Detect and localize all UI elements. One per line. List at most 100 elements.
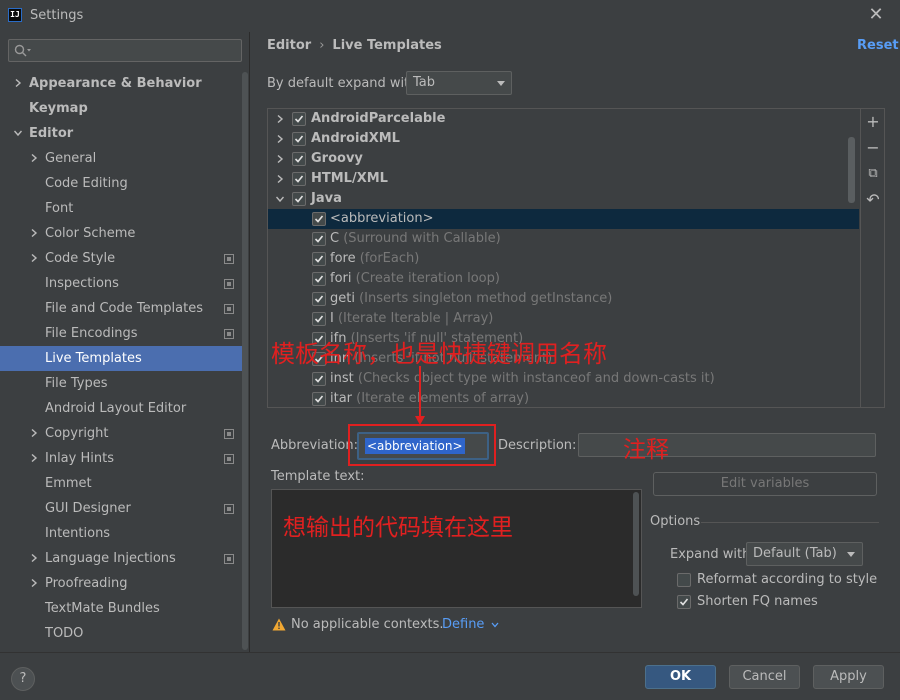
template-enabled-checkbox[interactable] [312, 272, 326, 286]
chevron-right-icon[interactable] [276, 175, 284, 183]
sidebar-item-label: TODO [45, 626, 84, 641]
settings-search-input[interactable] [8, 39, 242, 62]
project-scope-icon [224, 504, 234, 514]
template-tree-scrollbar[interactable] [848, 137, 855, 203]
chevron-right-icon[interactable] [30, 154, 38, 162]
sidebar-item-inlay-hints[interactable]: Inlay Hints [0, 446, 242, 471]
sidebar-item-inspections[interactable]: Inspections [0, 271, 242, 296]
sidebar-item-general[interactable]: General [0, 146, 242, 171]
sidebar-item-appearance-behavior[interactable]: Appearance & Behavior [0, 71, 242, 96]
sidebar-item-font[interactable]: Font [0, 196, 242, 221]
options-title: Options [650, 514, 701, 529]
chevron-right-icon[interactable] [14, 79, 22, 87]
reset-link[interactable]: Reset [857, 38, 899, 53]
sidebar-item-editor[interactable]: Editor [0, 121, 242, 146]
chevron-right-icon[interactable] [276, 135, 284, 143]
sidebar-item-proofreading[interactable]: Proofreading [0, 571, 242, 596]
sidebar-item-file-and-code-templates[interactable]: File and Code Templates [0, 296, 242, 321]
sidebar-scrollbar[interactable] [242, 72, 248, 650]
template-group-row[interactable]: Groovy [268, 149, 859, 169]
template-enabled-checkbox[interactable] [312, 232, 326, 246]
template-abbr-text: I [330, 311, 334, 326]
template-enabled-checkbox[interactable] [312, 212, 326, 226]
template-enabled-checkbox[interactable] [292, 192, 306, 206]
sidebar-item-label: Intentions [45, 526, 111, 541]
sidebar-item-language-injections[interactable]: Language Injections [0, 546, 242, 571]
template-enabled-checkbox[interactable] [312, 252, 326, 266]
restore-defaults-button[interactable]: ↶ [865, 192, 881, 208]
sidebar-item-android-layout-editor[interactable]: Android Layout Editor [0, 396, 242, 421]
template-enabled-checkbox[interactable] [312, 292, 326, 306]
chevron-right-icon[interactable] [30, 229, 38, 237]
template-group-row[interactable]: Java [268, 189, 859, 209]
options-expand-with-select[interactable]: Default (Tab) [746, 542, 863, 566]
cancel-button[interactable]: Cancel [729, 665, 800, 689]
chevron-right-icon[interactable] [30, 554, 38, 562]
template-text-scrollbar[interactable] [633, 492, 639, 596]
sidebar-item-todo[interactable]: TODO [0, 621, 242, 646]
sidebar-item-intentions[interactable]: Intentions [0, 521, 242, 546]
template-row[interactable]: inst (Checks object type with instanceof… [268, 369, 859, 389]
template-enabled-checkbox[interactable] [312, 392, 326, 406]
edit-variables-button[interactable]: Edit variables [653, 472, 877, 496]
chevron-right-icon[interactable] [30, 429, 38, 437]
template-row[interactable]: geti (Inserts singleton method getInstan… [268, 289, 859, 309]
sidebar-item-code-style[interactable]: Code Style [0, 246, 242, 271]
chevron-down-icon[interactable] [276, 195, 284, 203]
sidebar-item-file-encodings[interactable]: File Encodings [0, 321, 242, 346]
chevron-right-icon[interactable] [276, 115, 284, 123]
template-group-row[interactable]: AndroidParcelable [268, 109, 859, 129]
sidebar-item-file-types[interactable]: File Types [0, 371, 242, 396]
sidebar-item-label: Emmet [45, 476, 92, 491]
template-enabled-checkbox[interactable] [292, 112, 306, 126]
reformat-checkbox[interactable] [677, 573, 691, 587]
template-row[interactable]: itar (Iterate elements of array) [268, 389, 859, 407]
sidebar-item-color-scheme[interactable]: Color Scheme [0, 221, 242, 246]
sidebar-item-gui-designer[interactable]: GUI Designer [0, 496, 242, 521]
shorten-fq-label: Shorten FQ names [697, 594, 818, 609]
chevron-right-icon[interactable] [30, 579, 38, 587]
sidebar-item-live-templates[interactable]: Live Templates [0, 346, 242, 371]
template-group-row[interactable]: AndroidXML [268, 129, 859, 149]
apply-button[interactable]: Apply [813, 665, 884, 689]
sidebar-item-textmate-bundles[interactable]: TextMate Bundles [0, 596, 242, 621]
chevron-right-icon[interactable] [30, 254, 38, 262]
chevron-down-icon[interactable] [14, 129, 22, 137]
template-enabled-checkbox[interactable] [312, 312, 326, 326]
chevron-right-icon[interactable] [30, 454, 38, 462]
define-context-link[interactable]: Define [442, 617, 499, 632]
chevron-right-icon[interactable] [276, 155, 284, 163]
template-enabled-checkbox[interactable] [312, 372, 326, 386]
template-enabled-checkbox[interactable] [292, 132, 306, 146]
sidebar-item-keymap[interactable]: Keymap [0, 96, 242, 121]
template-enabled-checkbox[interactable] [292, 152, 306, 166]
template-row[interactable]: C (Surround with Callable) [268, 229, 859, 249]
template-row[interactable]: <abbreviation> [268, 209, 859, 229]
live-templates-panel: Editor › Live Templates Reset By default e… [251, 32, 900, 652]
abbreviation-input[interactable]: <abbreviation> [357, 432, 489, 460]
copy-template-button[interactable]: ⧉ [865, 166, 881, 182]
shorten-fq-checkbox[interactable] [677, 595, 691, 609]
help-button[interactable]: ? [11, 667, 35, 691]
sidebar-item-copyright[interactable]: Copyright [0, 421, 242, 446]
checkmark-icon [314, 395, 324, 403]
remove-template-button[interactable]: − [865, 140, 881, 156]
expand-with-select[interactable]: Tab [406, 71, 512, 95]
intellij-logo-icon: IJ [8, 8, 22, 22]
sidebar-item-code-editing[interactable]: Code Editing [0, 171, 242, 196]
template-row[interactable]: fori (Create iteration loop) [268, 269, 859, 289]
options-divider [701, 522, 879, 523]
template-text-editor[interactable] [271, 489, 642, 608]
ok-button[interactable]: OK [645, 665, 716, 689]
breadcrumb-current: Live Templates [332, 38, 442, 53]
close-icon[interactable]: ✕ [866, 4, 886, 26]
template-group-row[interactable]: HTML/XML [268, 169, 859, 189]
template-row[interactable]: I (Iterate Iterable | Array) [268, 309, 859, 329]
template-abbr-text: AndroidXML [311, 131, 400, 146]
template-row[interactable]: fore (forEach) [268, 249, 859, 269]
breadcrumb-parent[interactable]: Editor [267, 38, 311, 53]
sidebar-item-label: Android Layout Editor [45, 401, 187, 416]
template-enabled-checkbox[interactable] [292, 172, 306, 186]
sidebar-item-emmet[interactable]: Emmet [0, 471, 242, 496]
add-template-button[interactable]: + [865, 114, 881, 130]
